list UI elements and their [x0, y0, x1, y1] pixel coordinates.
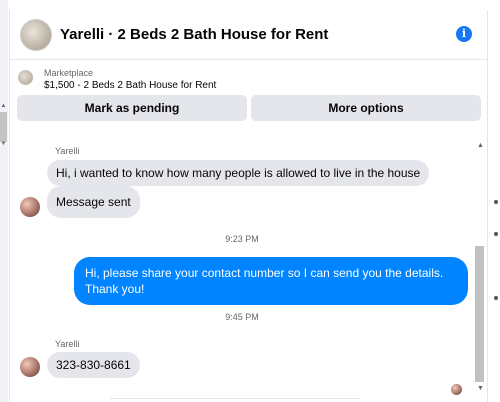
listing-price-title: $1,500 - 2 Beds 2 Bath House for Rent — [44, 80, 217, 91]
background-fragment — [494, 200, 498, 204]
left-scrollbar-thumb[interactable] — [0, 112, 7, 142]
left-panel-edge — [0, 0, 8, 402]
listing-text: Marketplace $1,500 - 2 Beds 2 Bath House… — [44, 67, 216, 93]
chat-window: Yarelli · 2 Beds 2 Bath House for Rent i… — [9, 10, 489, 402]
message-sender: Yarelli — [55, 339, 80, 349]
sender-avatar[interactable] — [20, 197, 40, 217]
listing-thumbnail — [18, 70, 33, 85]
listing-avatar[interactable] — [20, 18, 52, 51]
more-options-button[interactable]: More options — [251, 95, 481, 121]
listing-source: Marketplace — [44, 68, 94, 78]
sender-avatar[interactable] — [20, 357, 40, 377]
incoming-message[interactable]: Hi, i wanted to know how many people is … — [47, 160, 430, 186]
mark-as-pending-button[interactable]: Mark as pending — [17, 95, 247, 121]
scroll-down-icon[interactable]: ▼ — [477, 385, 484, 392]
read-receipt-avatar — [451, 384, 462, 395]
message-timestamp: 9:45 PM — [225, 312, 259, 322]
marketplace-listing[interactable]: Marketplace $1,500 - 2 Beds 2 Bath House… — [10, 61, 489, 94]
message-sender: Yarelli — [55, 146, 80, 156]
scrollbar-thumb[interactable] — [475, 246, 484, 382]
incoming-message[interactable]: Message sent — [47, 186, 140, 218]
left-scroll-up-icon[interactable]: ▲ — [0, 102, 7, 110]
outgoing-message[interactable]: Hi, please share your contact number so … — [74, 257, 468, 305]
chat-title[interactable]: Yarelli · 2 Beds 2 Bath House for Rent — [60, 26, 328, 43]
background-fragment — [494, 232, 498, 236]
incoming-message[interactable]: 323-830-8661 — [47, 352, 140, 378]
listing-actions: Mark as pending More options — [17, 95, 481, 121]
info-icon[interactable]: i — [456, 26, 472, 42]
message-timestamp: 9:23 PM — [225, 234, 259, 244]
background-fragment — [494, 296, 498, 300]
message-scrollbar[interactable]: ▲ ▼ — [475, 142, 487, 402]
left-scroll-down-icon[interactable]: ▼ — [0, 140, 7, 148]
message-list: Yarelli Hi, i wanted to know how many pe… — [10, 128, 489, 402]
scroll-up-icon[interactable]: ▲ — [477, 142, 484, 149]
chat-header: Yarelli · 2 Beds 2 Bath House for Rent i — [10, 10, 489, 60]
composer-edge — [110, 398, 360, 402]
